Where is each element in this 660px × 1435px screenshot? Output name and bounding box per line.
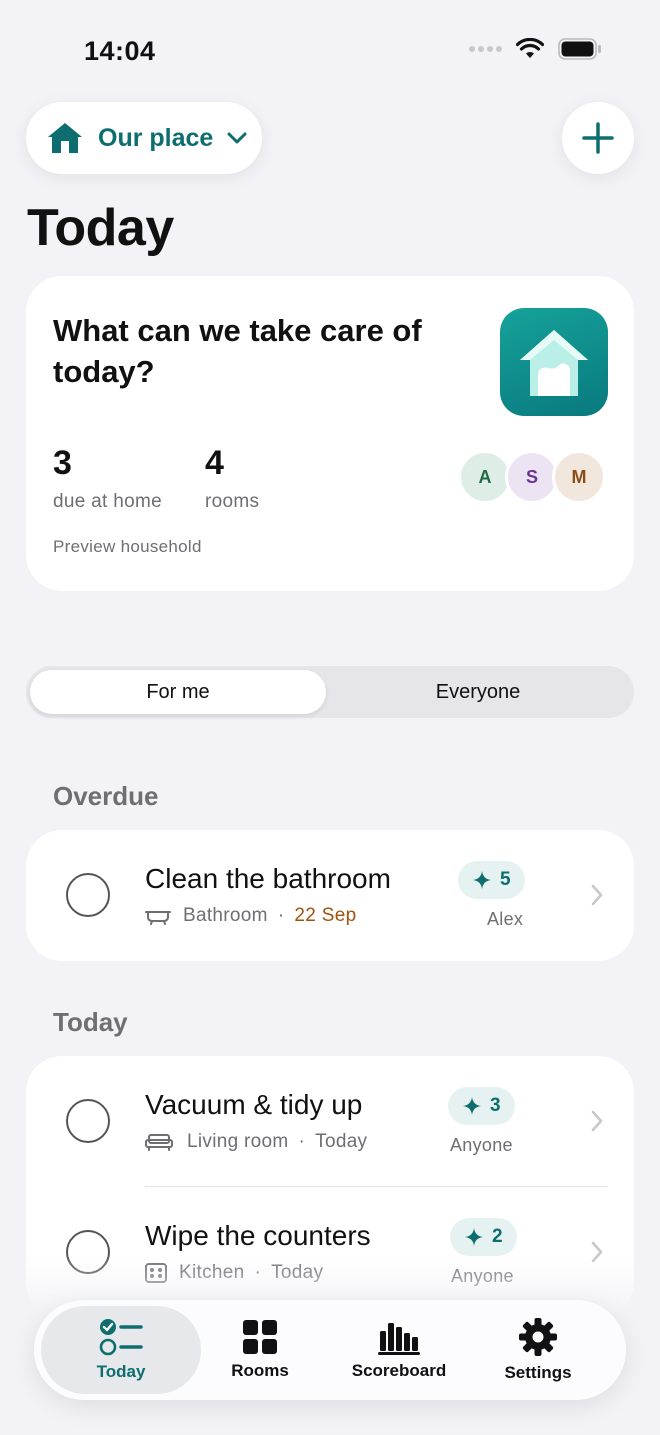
- section-header-today: Today: [53, 1007, 128, 1037]
- checklist-icon: [99, 1319, 143, 1356]
- household-summary-card: What can we take care of today? 3 due at…: [26, 276, 634, 591]
- task-room: Living room: [187, 1131, 289, 1152]
- meta-separator: ·: [277, 905, 285, 926]
- house-logo-icon: [520, 330, 588, 396]
- task-title: Clean the bathroom: [145, 863, 391, 894]
- chevron-right-icon: [591, 884, 603, 906]
- avatar: M: [552, 450, 606, 504]
- cellular-signal-icon: [469, 46, 502, 52]
- task-group-today: Vacuum & tidy up Living room · Today 3 A…: [26, 1056, 634, 1318]
- household-name: Our place: [98, 123, 214, 152]
- status-icons: [469, 38, 602, 60]
- house-icon: [48, 123, 82, 153]
- status-bar: 14:04: [0, 0, 660, 100]
- stove-icon: [145, 1263, 167, 1283]
- task-room: Kitchen: [179, 1262, 245, 1283]
- battery-icon: [558, 38, 601, 60]
- points-value: 5: [500, 869, 511, 890]
- tab-scoreboard[interactable]: Scoreboard: [329, 1306, 469, 1394]
- task-assignee: Alex: [487, 909, 524, 929]
- task-due-date: Today: [271, 1262, 324, 1283]
- section-header-overdue: Overdue: [53, 781, 159, 811]
- points-value: 2: [492, 1226, 503, 1247]
- add-button[interactable]: [562, 102, 634, 174]
- tab-label: Today: [96, 1362, 146, 1381]
- stat-due: 3 due at home: [53, 444, 162, 513]
- meta-separator: ·: [254, 1262, 262, 1283]
- tab-label: Scoreboard: [351, 1361, 447, 1380]
- member-avatars[interactable]: A S M: [458, 450, 606, 504]
- hero-footer: Preview household: [53, 537, 202, 556]
- avatar: S: [505, 450, 559, 504]
- task-group-overdue: Clean the bathroom Bathroom · 22 Sep 5 A…: [26, 830, 634, 961]
- task-due-date: Today: [315, 1131, 368, 1152]
- stat-rooms-value: 4: [205, 444, 224, 482]
- task-meta: Bathroom · 22 Sep: [145, 905, 356, 927]
- filter-everyone[interactable]: Everyone: [326, 670, 630, 714]
- assignment-filter: For me Everyone: [26, 666, 634, 718]
- task-title: Wipe the counters: [145, 1220, 371, 1251]
- task-assignee: Anyone: [450, 1135, 513, 1155]
- chevron-down-icon: [227, 132, 247, 144]
- sparkle-icon: [465, 1228, 483, 1246]
- points-badge: 3: [448, 1087, 515, 1125]
- bathtub-icon: [145, 911, 171, 925]
- bar-chart-icon: [378, 1323, 420, 1355]
- task-row[interactable]: Vacuum & tidy up Living room · Today 3 A…: [26, 1056, 634, 1187]
- chevron-right-icon: [591, 1241, 603, 1263]
- wifi-icon: [516, 38, 544, 58]
- gear-icon: [519, 1318, 557, 1356]
- task-checkbox[interactable]: [66, 1099, 110, 1143]
- task-title: Vacuum & tidy up: [145, 1089, 363, 1120]
- task-checkbox[interactable]: [66, 873, 110, 917]
- tab-today[interactable]: Today: [41, 1306, 201, 1394]
- task-meta: Kitchen · Today: [145, 1262, 323, 1284]
- stat-due-value: 3: [53, 444, 72, 482]
- points-value: 3: [490, 1095, 501, 1116]
- stat-rooms: 4 rooms: [205, 444, 259, 513]
- avatar: A: [458, 450, 512, 504]
- chevron-right-icon: [591, 1110, 603, 1132]
- task-assignee: Anyone: [451, 1266, 514, 1286]
- stat-rooms-label: rooms: [205, 491, 260, 512]
- tab-label: Rooms: [231, 1361, 289, 1380]
- app-logo: [500, 308, 608, 416]
- task-row[interactable]: Wipe the counters Kitchen · Today 2 Anyo…: [26, 1187, 634, 1318]
- status-time: 14:04: [84, 36, 156, 66]
- hero-question: What can we take care of today?: [53, 313, 422, 389]
- sofa-icon: [145, 1134, 173, 1151]
- tab-settings[interactable]: Settings: [468, 1306, 608, 1394]
- task-meta: Living room · Today: [145, 1131, 367, 1153]
- task-room: Bathroom: [183, 905, 268, 926]
- sparkle-icon: [473, 871, 491, 889]
- task-due-date: 22 Sep: [294, 905, 357, 926]
- grid-icon: [243, 1320, 277, 1354]
- points-badge: 2: [450, 1218, 517, 1256]
- tab-bar: Today Rooms Scoreboard Settings: [34, 1300, 626, 1400]
- task-checkbox[interactable]: [66, 1230, 110, 1274]
- stat-due-label: due at home: [53, 491, 162, 512]
- plus-icon: [582, 122, 614, 154]
- task-row[interactable]: Clean the bathroom Bathroom · 22 Sep 5 A…: [26, 830, 634, 961]
- filter-for-me[interactable]: For me: [30, 670, 326, 714]
- meta-separator: ·: [298, 1131, 306, 1152]
- tab-label: Settings: [504, 1363, 572, 1382]
- points-badge: 5: [458, 861, 525, 899]
- tab-rooms[interactable]: Rooms: [190, 1306, 330, 1394]
- page-title: Today: [27, 199, 174, 257]
- household-selector[interactable]: Our place: [26, 102, 262, 174]
- sparkle-icon: [463, 1097, 481, 1115]
